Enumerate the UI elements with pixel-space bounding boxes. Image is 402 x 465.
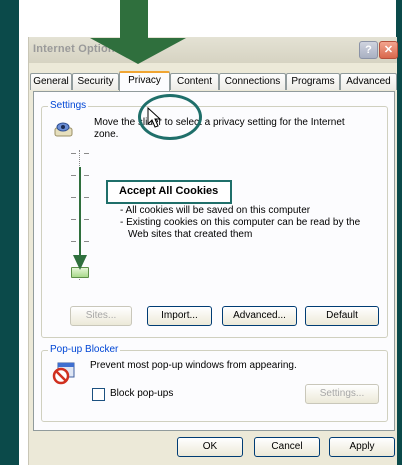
ok-button[interactable]: OK: [177, 437, 243, 457]
popup-blocker-group-label: Pop-up Blocker: [48, 344, 121, 355]
settings-group: Settings Move the slider to select a pri…: [41, 100, 388, 338]
block-popups-label: Block pop-ups: [110, 388, 174, 399]
privacy-panel: Settings Move the slider to select a pri…: [33, 91, 395, 431]
popup-blocker-icon: [52, 362, 75, 385]
description-line: Web sites that created them: [128, 229, 253, 240]
background-frame-left: [0, 0, 19, 465]
slider-tick: [84, 153, 89, 154]
block-popups-checkbox[interactable]: [92, 388, 105, 401]
description-line: - All cookies will be saved on this comp…: [120, 205, 311, 216]
description-line: - Existing cookies on this computer can …: [120, 217, 361, 228]
tab-general[interactable]: General: [30, 73, 72, 90]
tab-connections[interactable]: Connections: [219, 73, 286, 90]
slider-tick: [71, 153, 76, 154]
settings-group-label: Settings: [48, 100, 89, 111]
title-bar: Internet Options ? ✕: [29, 37, 398, 63]
privacy-level-callout: Accept All Cookies: [106, 180, 232, 204]
privacy-eye-icon: [54, 122, 73, 137]
settings-intro: Move the slider to select a privacy sett…: [94, 117, 345, 140]
help-icon: ?: [365, 44, 372, 56]
default-button[interactable]: Default: [305, 306, 379, 326]
tab-security[interactable]: Security: [72, 73, 119, 90]
privacy-level-title: Accept All Cookies: [119, 185, 219, 197]
annotation-down-arrow-icon: [90, 0, 186, 64]
close-button[interactable]: ✕: [379, 41, 398, 59]
cursor-icon: [147, 107, 161, 128]
close-icon: ✕: [383, 44, 394, 56]
tab-content[interactable]: Content: [170, 73, 219, 90]
help-button[interactable]: ?: [359, 41, 378, 59]
tab-programs[interactable]: Programs: [286, 73, 340, 90]
apply-button[interactable]: Apply: [329, 437, 395, 457]
import-button[interactable]: Import...: [147, 306, 212, 326]
popup-blocker-group: Pop-up Blocker Prevent most pop-up windo…: [41, 344, 388, 422]
privacy-level-description: - All cookies will be saved on this comp…: [120, 205, 360, 241]
tab-privacy[interactable]: Privacy: [119, 71, 170, 92]
cancel-button[interactable]: Cancel: [254, 437, 320, 457]
internet-options-dialog: Internet Options ? ✕ General Security Pr…: [28, 37, 398, 465]
tab-strip: General Security Privacy Content Connect…: [29, 71, 397, 92]
down-arrow-icon: [73, 167, 87, 270]
popup-settings-button[interactable]: Settings...: [305, 384, 379, 404]
tab-advanced[interactable]: Advanced: [340, 73, 397, 90]
popup-description: Prevent most pop-up windows from appeari…: [90, 360, 297, 371]
sites-button[interactable]: Sites...: [70, 306, 132, 326]
advanced-button[interactable]: Advanced...: [222, 306, 297, 326]
